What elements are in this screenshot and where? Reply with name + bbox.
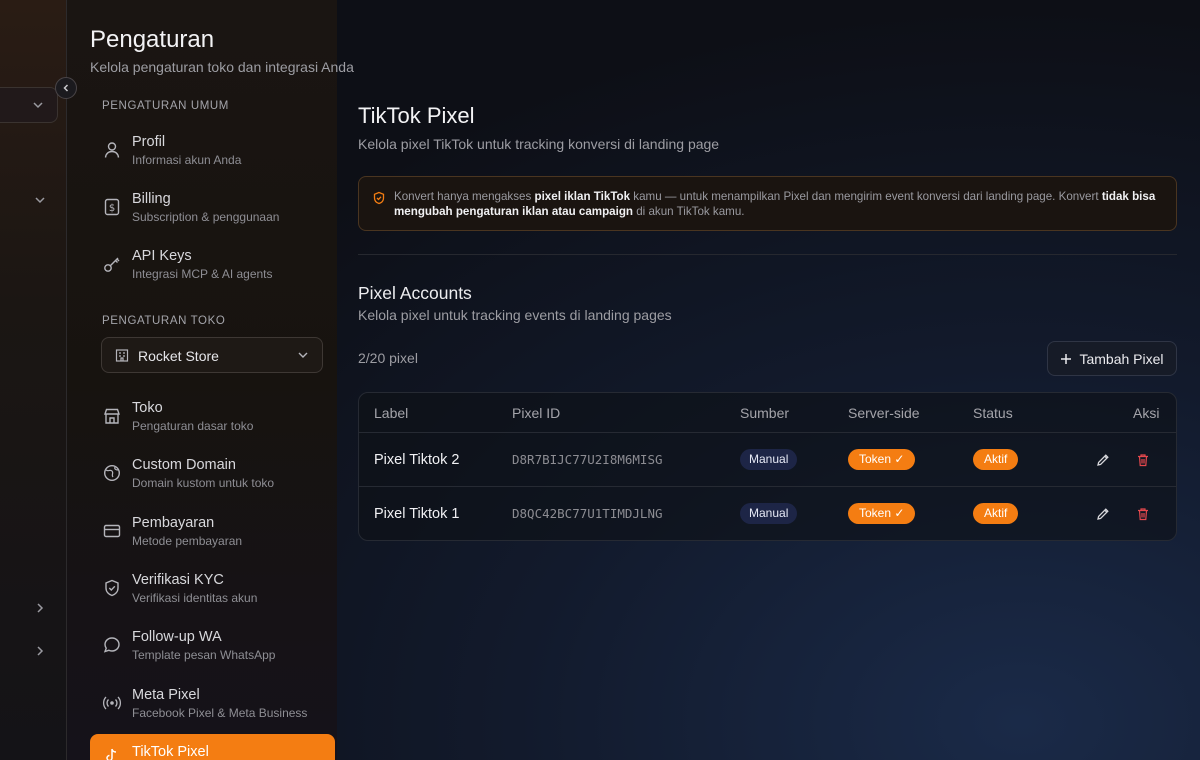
sidebar-item-title: TikTok Pixel [132,744,209,760]
main-title: TikTok Pixel [358,103,475,128]
store-select[interactable]: Rocket Store [101,337,323,373]
column-header-actions: Aksi [1133,405,1160,421]
add-pixel-button[interactable]: Tambah Pixel [1047,341,1177,376]
pixel-label: Pixel Tiktok 2 [374,452,460,468]
section-title: Pixel Accounts [358,283,472,303]
rail-dropdown[interactable] [0,87,58,123]
sidebar-item-meta-pixel[interactable]: Meta Pixel Facebook Pixel & Meta Busines… [100,687,330,731]
shield-check-icon [373,191,385,205]
sidebar-item-desc: Pengaturan dasar toko [132,419,254,433]
trash-icon[interactable] [1135,452,1151,468]
column-header-label: Label [374,405,409,421]
svg-text:$: $ [109,203,115,214]
notice-banner: Konvert hanya mengakses pixel iklan TikT… [358,176,1177,231]
billing-icon: $ [104,198,120,216]
notice-text: Konvert hanya mengakses pixel iklan TikT… [394,190,1156,218]
sidebar-item-follow-up-wa[interactable]: Follow-up WA Template pesan WhatsApp [100,629,330,673]
sidebar-item-title: Custom Domain [132,457,236,473]
sidebar-item-toko[interactable]: Toko Pengaturan dasar toko [100,400,330,444]
divider [358,254,1177,255]
tiktok-icon [106,748,117,760]
broadcast-icon [102,696,122,710]
chevron-right-icon[interactable] [34,602,46,614]
source-badge: Manual [740,503,798,524]
pixel-id: D8QC42BC77U1TIMDJLNG [512,506,663,521]
chevron-down-icon [298,352,308,358]
server-side-badge: Token ✓ [848,503,916,524]
sidebar-item-desc: Template pesan WhatsApp [132,648,276,662]
sidebar-item-pembayaran[interactable]: Pembayaran Metode pembayaran [100,515,330,559]
trash-icon[interactable] [1135,506,1151,522]
globe-icon [103,464,121,482]
column-header-server-side: Server-side [848,405,920,421]
section-subtitle: Kelola pixel untuk tracking events di la… [358,307,672,323]
sidebar-item-profil[interactable]: Profil Informasi akun Anda [100,134,330,178]
column-header-status: Status [973,405,1013,421]
page-title: Pengaturan [90,26,215,53]
sidebar-item-desc: Informasi akun Anda [132,153,242,167]
chevron-down-icon[interactable] [34,194,46,206]
main-subtitle: Kelola pixel TikTok untuk tracking konve… [358,136,720,152]
server-side-badge: Token ✓ [848,449,916,470]
status-badge: Aktif [973,503,1019,524]
sidebar-item-title: Profil [132,134,166,150]
sidebar-item-desc: Metode pembayaran [132,534,243,548]
key-icon [104,257,120,272]
chevron-down-icon [33,102,43,109]
sidebar-item-desc: Verifikasi identitas akun [132,591,258,605]
status-badge: Aktif [973,449,1019,470]
pixel-id: D8R7BIJC77U2I8M6MISG [512,452,663,467]
sidebar-item-billing[interactable]: $ Billing Subscription & penggunaan [100,191,330,235]
page-subtitle: Kelola pengaturan toko dan integrasi And… [90,59,354,75]
shop-icon [104,408,120,424]
add-pixel-label: Tambah Pixel [1079,350,1164,367]
app-sidebar-rail [0,0,67,760]
user-icon [104,142,120,158]
sidebar-item-tiktok-pixel[interactable]: TikTok Pixel [90,734,335,760]
sidebar-item-verifikasi-kyc[interactable]: Verifikasi KYC Verifikasi identitas akun [100,572,330,616]
sidebar-item-desc: Subscription & penggunaan [132,210,280,224]
column-header-pixel-id: Pixel ID [512,405,561,421]
source-badge: Manual [740,449,798,470]
sidebar-item-title: API Keys [132,248,192,264]
sidebar-item-desc: Domain kustom untuk toko [132,476,275,490]
pixel-label: Pixel Tiktok 1 [374,506,460,522]
pixel-count: 2/20 pixel [358,350,418,366]
chevron-left-icon [63,84,69,92]
sidebar-item-title: Billing [132,191,171,207]
store-icon [115,349,129,362]
sidebar-item-title: Meta Pixel [132,687,200,703]
table-row: Pixel Tiktok 1 D8QC42BC77U1TIMDJLNG Manu… [359,486,1176,540]
section-label-store: PENGATURAN TOKO [102,315,226,327]
edit-icon[interactable] [1095,506,1111,522]
sidebar-item-title: Pembayaran [132,515,215,531]
chevron-right-icon[interactable] [34,645,46,657]
table-row: Pixel Tiktok 2 D8R7BIJC77U2I8M6MISG Manu… [359,432,1176,486]
section-label-general: PENGATURAN UMUM [102,100,229,112]
credit-card-icon [103,524,121,538]
column-header-source: Sumber [740,405,790,421]
store-select-value: Rocket Store [138,348,219,364]
edit-icon[interactable] [1095,452,1111,468]
sidebar-item-title: Verifikasi KYC [132,572,224,588]
sidebar-item-desc: Facebook Pixel & Meta Business [132,706,308,720]
sidebar-item-custom-domain[interactable]: Custom Domain Domain kustom untuk toko [100,457,330,501]
sidebar-item-title: Toko [132,400,163,416]
collapse-sidebar-button[interactable] [55,77,77,99]
sidebar-item-desc: Integrasi MCP & AI agents [132,267,273,281]
sidebar-item-title: Follow-up WA [132,629,222,645]
sidebar-item-api-keys[interactable]: API Keys Integrasi MCP & AI agents [100,248,330,292]
shield-check-icon [105,579,119,597]
chat-icon [103,637,120,653]
plus-icon [1061,353,1072,364]
pixel-table: Label Pixel ID Sumber Server-side Status… [358,392,1177,541]
